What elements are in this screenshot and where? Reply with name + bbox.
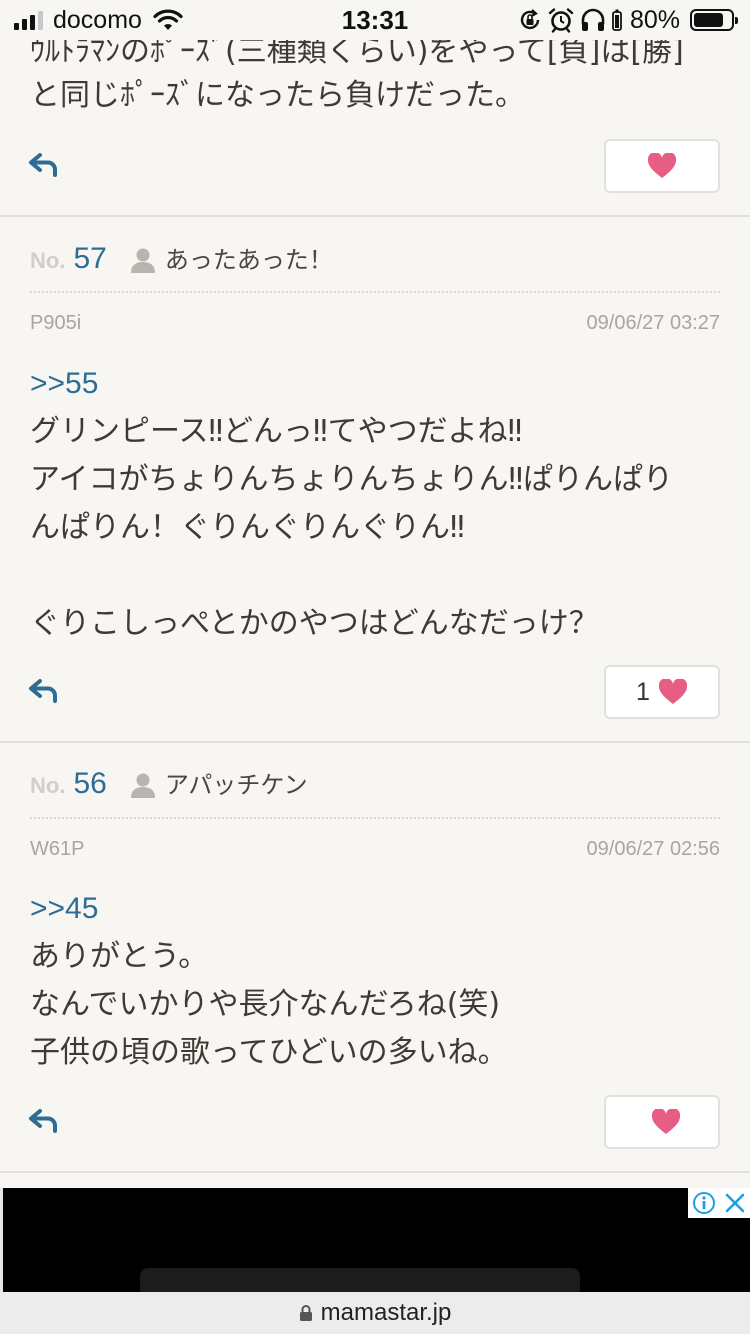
post-text-line: ぐりこしっぺとかのやつはどんなだっけ？ xyxy=(30,606,599,641)
heart-icon xyxy=(651,1109,681,1134)
device-name: W61P xyxy=(30,838,85,860)
headphones-icon xyxy=(581,8,605,31)
post-text-line: なんでいかりや長介なんだろね(笑) xyxy=(30,987,501,1022)
header-separator xyxy=(30,817,720,819)
username: アパッチケン xyxy=(164,771,308,799)
reply-anchor-link[interactable]: >>55 xyxy=(30,360,730,408)
post-actions xyxy=(0,139,750,193)
like-button[interactable] xyxy=(604,139,720,193)
post-date: 09/06/27 02:56 xyxy=(586,838,720,860)
browser-url-bar[interactable]: mamastar.jp xyxy=(0,1292,750,1334)
device-name: P905i xyxy=(30,312,82,334)
battery-icon xyxy=(690,9,738,31)
ad-image xyxy=(140,1268,580,1292)
ad-badges xyxy=(688,1188,750,1218)
reply-anchor-link[interactable]: >>45 xyxy=(30,885,730,933)
url-text: mamastar.jp xyxy=(320,1299,452,1326)
post-body: >>55 グリンピース‼どんっ‼てやつだよね‼ アイコがちょりんちょりんちょりん… xyxy=(30,360,730,648)
battery-percent: 80% xyxy=(629,5,680,34)
post-text-line: ありがとう。 xyxy=(30,939,209,974)
ad-info-icon[interactable] xyxy=(692,1191,716,1215)
post-text-line: と同じﾎﾟｰｽﾞになったら負けだった。 xyxy=(30,78,525,113)
post-divider xyxy=(0,215,750,217)
post-actions xyxy=(0,1095,750,1149)
heart-icon xyxy=(658,679,688,704)
post-header: No. 56 アパッチケン xyxy=(30,765,720,805)
alarm-icon xyxy=(548,8,574,33)
reply-icon[interactable] xyxy=(28,677,60,705)
post-divider xyxy=(0,1171,750,1173)
header-separator xyxy=(30,291,720,293)
user-icon xyxy=(130,248,155,273)
post-text-line: グリンピース‼どんっ‼てやつだよね‼ xyxy=(30,414,523,449)
post-text-line: アイコがちょりんちょりんちょりん‼ぱりんぱり xyxy=(30,462,674,497)
wifi-icon xyxy=(153,9,183,30)
heart-icon xyxy=(647,153,677,178)
post-date: 09/06/27 03:27 xyxy=(586,312,720,334)
signal-strength-icon xyxy=(14,10,43,30)
post-text-line: 子供の頃の歌ってひどいの多いね。 xyxy=(30,1035,508,1070)
lock-icon xyxy=(299,1305,312,1321)
user-icon xyxy=(130,773,155,798)
carrier-name: docomo xyxy=(53,5,142,34)
post-number-label: No. xyxy=(30,773,66,798)
post-meta: P905i 09/06/27 03:27 xyxy=(30,312,720,342)
reply-icon[interactable] xyxy=(28,1107,60,1135)
post-actions: 1 xyxy=(0,665,750,719)
like-count: 1 xyxy=(636,677,650,706)
post-body: >>45 ありがとう。 なんでいかりや長介なんだろね(笑) 子供の頃の歌ってひど… xyxy=(30,885,730,1077)
post-text-line: んぱりん！ぐりんぐりんぐりん‼ xyxy=(30,510,465,545)
post-text-line xyxy=(30,552,730,600)
post-header: No. 57 あったあった！ xyxy=(30,240,720,280)
username: あったあった！ xyxy=(164,246,333,274)
post-number: 56 xyxy=(73,767,107,800)
device-battery-icon xyxy=(612,9,622,31)
reply-icon[interactable] xyxy=(28,151,60,179)
like-button[interactable] xyxy=(604,1095,720,1149)
post-divider xyxy=(0,741,750,743)
post-number: 57 xyxy=(73,242,107,275)
like-button[interactable]: 1 xyxy=(604,665,720,719)
post-meta: W61P 09/06/27 02:56 xyxy=(30,838,720,868)
status-bar: docomo 13:31 80% xyxy=(0,0,750,40)
advertisement-banner[interactable] xyxy=(0,1188,750,1292)
ad-close-icon[interactable] xyxy=(724,1192,746,1214)
post-number-label: No. xyxy=(30,248,66,273)
orientation-lock-icon xyxy=(520,9,540,30)
